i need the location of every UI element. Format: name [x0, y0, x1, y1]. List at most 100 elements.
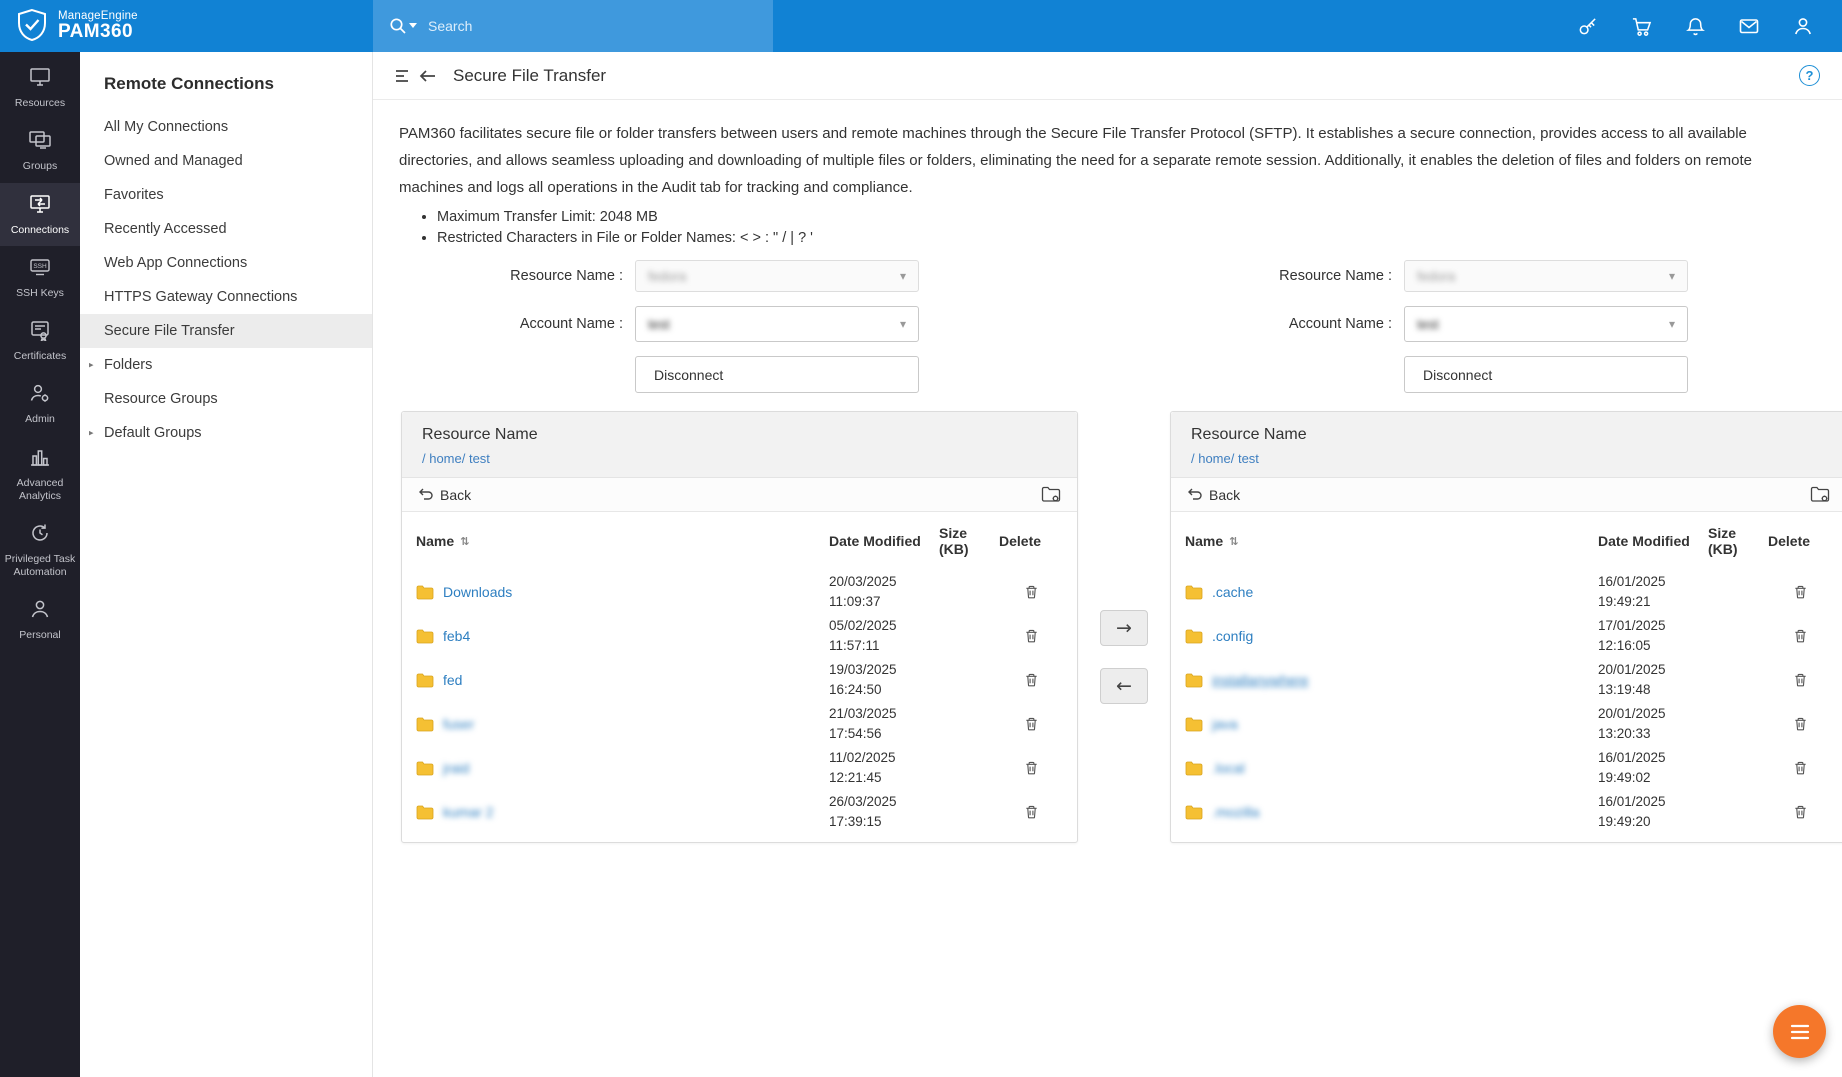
folder-link[interactable]: .local — [1212, 760, 1245, 776]
transfer-left-button[interactable]: ← — [1100, 668, 1148, 704]
folder-icon — [416, 805, 434, 820]
folder-link[interactable]: jraid — [443, 760, 469, 776]
mail-icon[interactable] — [1738, 15, 1760, 37]
monitor-group-icon — [28, 129, 52, 155]
sidebar-item-web-app-connections[interactable]: Web App Connections — [80, 246, 372, 280]
folder-link[interactable]: fuser — [443, 716, 474, 732]
bell-icon[interactable] — [1684, 15, 1706, 37]
folder-link[interactable]: java — [1212, 716, 1238, 732]
collapse-menu-icon[interactable] — [395, 68, 437, 84]
transfer-right-button[interactable]: → — [1100, 610, 1148, 646]
folder-link[interactable]: feb4 — [443, 628, 470, 644]
rail-item-resources[interactable]: Resources — [0, 56, 80, 119]
rail-item-ssh-keys[interactable]: SSH SSH Keys — [0, 246, 80, 309]
connections-icon — [28, 193, 52, 219]
sidebar-item-secure-file-transfer[interactable]: Secure File Transfer — [80, 314, 372, 348]
rail-label: Connections — [11, 224, 69, 237]
folder-icon — [1185, 585, 1203, 600]
column-name[interactable]: Name — [416, 533, 454, 549]
rail-item-connections[interactable]: Connections — [0, 183, 80, 246]
delete-icon[interactable] — [1768, 584, 1832, 600]
right-account-select[interactable]: test ▾ — [1404, 306, 1688, 342]
rail-label: Advanced Analytics — [3, 477, 77, 503]
sidebar-item-resource-groups[interactable]: Resource Groups — [80, 382, 372, 416]
rail-label: Certificates — [14, 350, 67, 363]
page-header: Secure File Transfer ? — [373, 52, 1842, 100]
admin-icon — [28, 382, 52, 408]
left-account-select[interactable]: test ▾ — [635, 306, 919, 342]
sidebar-item-favorites[interactable]: Favorites — [80, 178, 372, 212]
delete-icon[interactable] — [999, 628, 1063, 644]
folder-link[interactable]: installanywhere — [1212, 672, 1309, 688]
sidebar-item-recently-accessed[interactable]: Recently Accessed — [80, 212, 372, 246]
left-disconnect-button[interactable]: Disconnect — [635, 356, 919, 393]
delete-icon[interactable] — [999, 760, 1063, 776]
delete-icon[interactable] — [999, 584, 1063, 600]
column-date-modified: Date Modified — [1598, 533, 1708, 549]
delete-icon[interactable] — [1768, 760, 1832, 776]
delete-icon[interactable] — [1768, 804, 1832, 820]
folder-icon — [416, 585, 434, 600]
left-resource-select[interactable]: fedora ▾ — [635, 260, 919, 292]
caret-right-icon[interactable]: ▸ — [89, 428, 94, 439]
folder-link[interactable]: .cache — [1212, 584, 1253, 600]
folder-link[interactable]: .config — [1212, 628, 1253, 644]
account-name-label: Account Name : — [401, 316, 635, 332]
page-content: PAM360 facilitates secure file or folder… — [373, 100, 1842, 1077]
right-back-button[interactable]: Back — [1187, 487, 1240, 503]
right-resource-select[interactable]: fedora ▾ — [1404, 260, 1688, 292]
sidebar-item-https-gateway-connections[interactable]: HTTPS Gateway Connections — [80, 280, 372, 314]
resource-name-label: Resource Name : — [1170, 268, 1404, 284]
left-back-button[interactable]: Back — [418, 487, 471, 503]
folder-link[interactable]: .mozilla — [1212, 804, 1259, 820]
cart-icon[interactable] — [1630, 15, 1652, 37]
folder-settings-icon[interactable] — [1810, 486, 1830, 503]
rail-item-advanced-analytics[interactable]: Advanced Analytics — [0, 436, 80, 512]
sort-icon[interactable]: ⇅ — [1229, 535, 1238, 548]
help-icon[interactable]: ? — [1799, 65, 1820, 86]
rail-label: Resources — [15, 97, 65, 110]
sidebar-item-default-groups[interactable]: ▸Default Groups — [80, 416, 372, 450]
rail-item-admin[interactable]: Admin — [0, 372, 80, 435]
svg-text:SSH: SSH — [33, 263, 47, 270]
sidebar-item-all-my-connections[interactable]: All My Connections — [80, 110, 372, 144]
sidebar: Remote Connections All My Connections Ow… — [80, 52, 373, 1077]
sidebar-item-folders[interactable]: ▸Folders — [80, 348, 372, 382]
rail-item-groups[interactable]: Groups — [0, 119, 80, 182]
rail-item-personal[interactable]: Personal — [0, 588, 80, 651]
folder-link[interactable]: kumar 2 — [443, 804, 494, 820]
user-icon[interactable] — [1792, 15, 1814, 37]
right-resource-value: fedora — [1417, 269, 1455, 284]
delete-icon[interactable] — [1768, 672, 1832, 688]
delete-icon[interactable] — [999, 804, 1063, 820]
sort-icon[interactable]: ⇅ — [460, 535, 469, 548]
left-file-panel: Resource Name / home/ test Back — [401, 411, 1078, 843]
caret-right-icon[interactable]: ▸ — [89, 360, 94, 371]
rail-label: Admin — [25, 413, 55, 426]
folder-link[interactable]: Downloads — [443, 584, 512, 600]
chevron-down-icon: ▾ — [900, 269, 906, 283]
delete-icon[interactable] — [999, 716, 1063, 732]
folder-settings-icon[interactable] — [1041, 486, 1061, 503]
sidebar-item-owned-and-managed[interactable]: Owned and Managed — [80, 144, 372, 178]
left-current-path: / home/ test — [422, 451, 1057, 466]
monitor-icon — [28, 66, 52, 92]
global-search[interactable] — [373, 0, 773, 52]
column-name[interactable]: Name — [1185, 533, 1223, 549]
right-disconnect-button[interactable]: Disconnect — [1404, 356, 1688, 393]
rail-item-privileged-task-automation[interactable]: Privileged Task Automation — [0, 512, 80, 588]
search-input[interactable] — [426, 17, 757, 35]
left-account-value: test — [648, 317, 670, 332]
rail-item-certificates[interactable]: Certificates — [0, 309, 80, 372]
delete-icon[interactable] — [999, 672, 1063, 688]
key-icon[interactable] — [1576, 15, 1598, 37]
delete-icon[interactable] — [1768, 716, 1832, 732]
quick-actions-fab[interactable] — [1773, 1005, 1826, 1058]
file-row: java 20/01/202513:20:33 — [1171, 702, 1842, 746]
brand-pam360: PAM360 — [58, 22, 138, 42]
right-file-panel: Resource Name / home/ test Back — [1170, 411, 1842, 843]
file-row: kumar 2 26/03/202517:39:15 — [402, 790, 1077, 834]
app-logo[interactable]: ManageEngine PAM360 — [0, 8, 373, 45]
folder-link[interactable]: fed — [443, 672, 462, 688]
delete-icon[interactable] — [1768, 628, 1832, 644]
